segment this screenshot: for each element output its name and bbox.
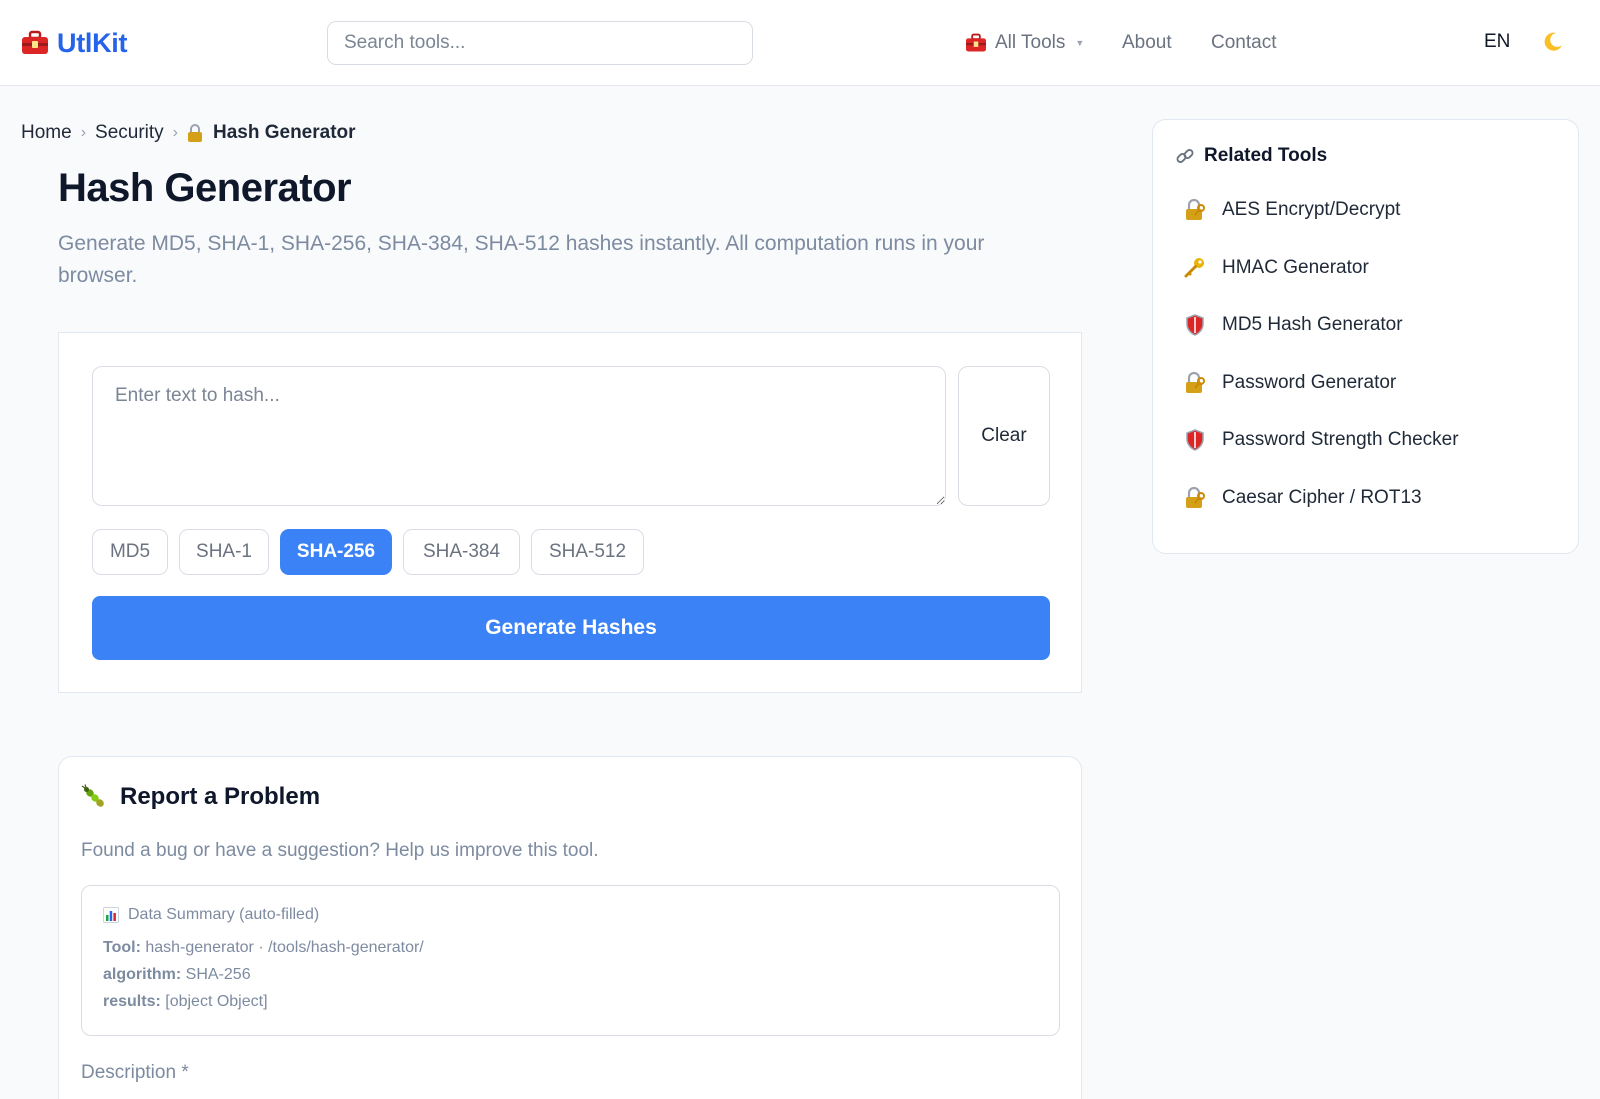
report-title: Report a Problem: [120, 783, 321, 810]
moon-icon[interactable]: [1541, 30, 1565, 54]
breadcrumb-home[interactable]: Home: [21, 122, 72, 144]
summary-results-line: results: [object Object]: [103, 993, 268, 1011]
summary-results-value: [object Object]: [165, 993, 268, 1010]
breadcrumb: Home › Security › Hash Generator: [21, 120, 356, 146]
lock-icon: [187, 124, 203, 142]
algo-md5-button[interactable]: MD5: [92, 529, 168, 575]
algo-sha384-button[interactable]: SHA-384: [403, 529, 520, 575]
clear-button[interactable]: Clear: [958, 366, 1050, 506]
algo-sha512-button[interactable]: SHA-512: [531, 529, 644, 575]
related-tools-title: Related Tools: [1204, 145, 1328, 166]
related-item-label: MD5 Hash Generator: [1222, 314, 1403, 335]
related-item-label: Password Strength Checker: [1222, 429, 1459, 450]
nav-all-tools-label: All Tools: [995, 32, 1066, 53]
chevron-right-icon: ›: [172, 124, 178, 141]
nav-contact[interactable]: Contact: [1211, 32, 1276, 54]
algo-sha256-button[interactable]: SHA-256: [280, 529, 392, 575]
toolbox-icon: [965, 33, 987, 53]
top-navbar: UtlKit All Tools ▼ About Contact EN: [0, 0, 1600, 86]
summary-tool-value: hash-generator · /tools/hash-generator/: [145, 939, 424, 956]
key-icon: [1183, 256, 1207, 280]
page-description: Generate MD5, SHA-1, SHA-256, SHA-384, S…: [58, 232, 985, 287]
breadcrumb-security[interactable]: Security: [95, 122, 164, 144]
lock-key-icon: [1183, 198, 1207, 222]
report-description: Found a bug or have a suggestion? Help u…: [81, 840, 599, 861]
language-selector[interactable]: EN: [1484, 31, 1510, 53]
nav-about[interactable]: About: [1122, 32, 1172, 54]
summary-algorithm-line: algorithm: SHA-256: [103, 966, 251, 984]
nav-all-tools[interactable]: All Tools ▼: [965, 32, 1084, 54]
logo-text: UtlKit: [57, 27, 128, 58]
toolbox-icon: [21, 30, 49, 56]
page-title: Hash Generator: [58, 166, 352, 210]
caret-down-icon: ▼: [1075, 38, 1085, 48]
bar-chart-icon: [103, 907, 119, 923]
lock-key-icon: [1183, 486, 1207, 510]
data-summary-title: Data Summary (auto-filled): [128, 906, 320, 923]
summary-algorithm-value: SHA-256: [185, 966, 251, 983]
hash-tool-card: Clear MD5 SHA-1 SHA-256 SHA-384 SHA-512 …: [58, 332, 1082, 693]
summary-algorithm-label: algorithm:: [103, 966, 182, 983]
link-icon: [1175, 146, 1195, 166]
chevron-right-icon: ›: [80, 124, 87, 141]
algo-sha1-button[interactable]: SHA-1: [179, 529, 269, 575]
related-item-label: HMAC Generator: [1222, 257, 1369, 278]
logo[interactable]: UtlKit: [21, 27, 127, 59]
related-item-password-generator[interactable]: Password Generator: [1183, 368, 1396, 398]
generate-hashes-button[interactable]: Generate Hashes: [92, 596, 1050, 660]
report-header: Report a Problem: [81, 783, 320, 811]
main-nav: All Tools ▼ About Contact: [965, 28, 1276, 58]
data-summary-header: Data Summary (auto-filled): [103, 906, 319, 924]
lock-key-icon: [1183, 371, 1207, 395]
related-item-password-strength[interactable]: Password Strength Checker: [1183, 425, 1459, 455]
search-input[interactable]: [327, 21, 753, 65]
summary-tool-label: Tool:: [103, 939, 141, 956]
related-item-caesar[interactable]: Caesar Cipher / ROT13: [1183, 483, 1422, 513]
report-problem-card: Report a Problem Found a bug or have a s…: [58, 756, 1082, 1099]
hash-text-input[interactable]: [92, 366, 946, 506]
summary-tool-line: Tool: hash-generator · /tools/hash-gener…: [103, 939, 424, 957]
related-item-md5[interactable]: MD5 Hash Generator: [1183, 310, 1403, 340]
breadcrumb-current: Hash Generator: [187, 122, 356, 144]
shield-icon: [1183, 428, 1207, 452]
related-item-hmac[interactable]: HMAC Generator: [1183, 253, 1369, 283]
related-item-label: Caesar Cipher / ROT13: [1222, 487, 1422, 508]
summary-results-label: results:: [103, 993, 161, 1010]
related-item-aes[interactable]: AES Encrypt/Decrypt: [1183, 195, 1400, 225]
data-summary-box: Data Summary (auto-filled) Tool: hash-ge…: [81, 885, 1060, 1036]
breadcrumb-current-label: Hash Generator: [212, 122, 356, 143]
description-field-label: Description *: [81, 1062, 189, 1083]
bug-icon: [81, 784, 107, 810]
related-item-label: Password Generator: [1222, 372, 1397, 393]
shield-icon: [1183, 313, 1207, 337]
related-tools-panel: Related Tools AES Encrypt/Decrypt HMAC G…: [1152, 119, 1579, 554]
related-tools-header: Related Tools: [1175, 145, 1327, 167]
related-item-label: AES Encrypt/Decrypt: [1222, 199, 1401, 220]
